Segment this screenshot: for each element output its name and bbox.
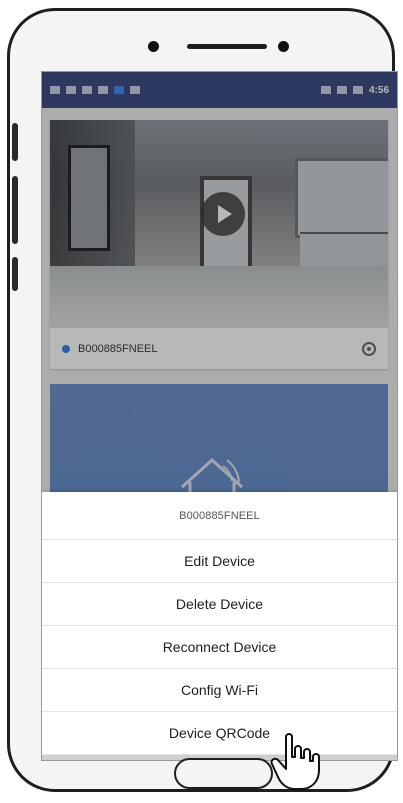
delete-device-button[interactable]: Delete Device	[42, 583, 397, 626]
volume-up-button	[12, 123, 18, 161]
front-camera-icon	[148, 41, 159, 52]
phone-screen: 4:56 B000885FNEEL B000885FNEEL Edit Devi…	[41, 71, 398, 761]
earpiece-speaker	[187, 44, 267, 49]
home-button[interactable]	[174, 758, 273, 789]
phone-frame: 4:56 B000885FNEEL B000885FNEEL Edit Devi…	[7, 8, 398, 792]
edit-device-button[interactable]: Edit Device	[42, 540, 397, 583]
power-button	[12, 257, 18, 291]
volume-down-button	[12, 176, 18, 244]
sensor-icon	[278, 41, 289, 52]
device-action-sheet: B000885FNEEL Edit Device Delete Device R…	[42, 492, 397, 760]
device-qrcode-button[interactable]: Device QRCode	[42, 712, 397, 755]
pointer-hand-icon	[270, 733, 320, 790]
reconnect-device-button[interactable]: Reconnect Device	[42, 626, 397, 669]
action-sheet-title: B000885FNEEL	[42, 492, 397, 540]
config-wifi-button[interactable]: Config Wi-Fi	[42, 669, 397, 712]
